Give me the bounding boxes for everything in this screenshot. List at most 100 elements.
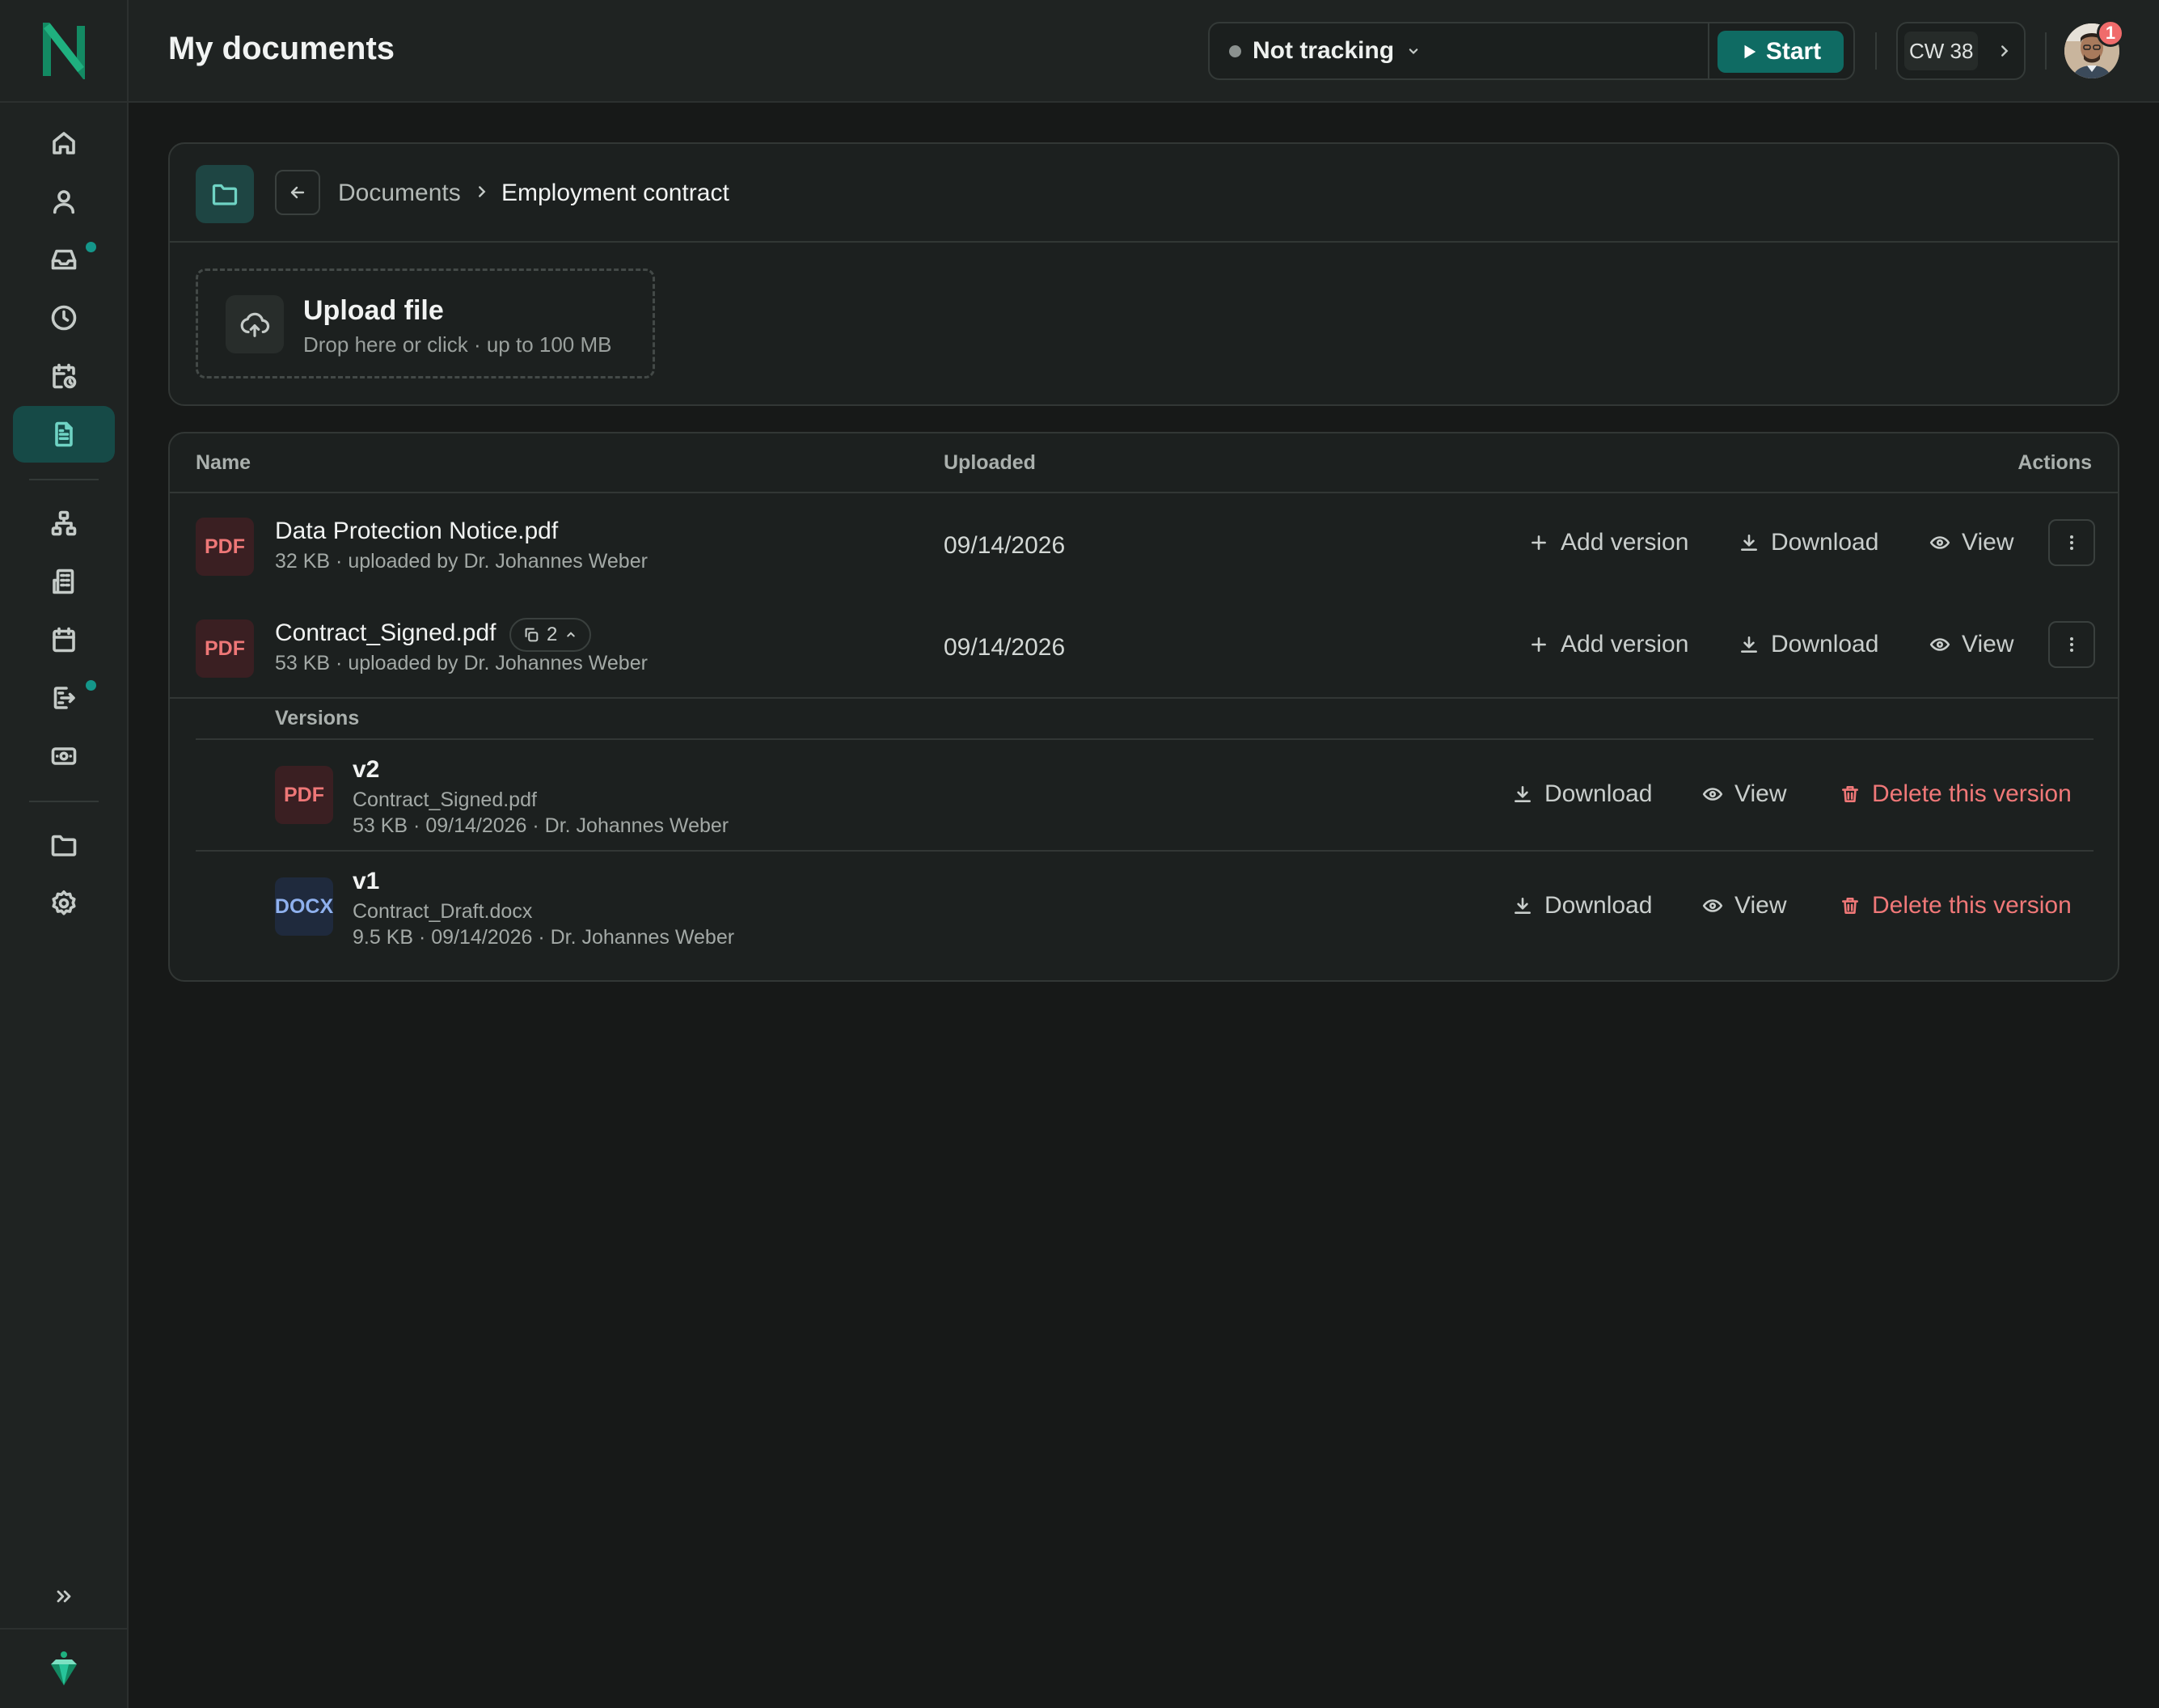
home-icon: [53, 132, 75, 154]
sidebar-item-payroll[interactable]: [13, 728, 115, 784]
logo-icon: [42, 22, 85, 79]
upload-dropzone[interactable]: Upload file Drop here or click · up to 1…: [196, 268, 655, 378]
sidebar-item-calendar[interactable]: [13, 611, 115, 668]
add-version-label: Add version: [1561, 529, 1689, 556]
eye-icon: [1702, 788, 1723, 801]
sidebar-item-time-tracking[interactable]: [13, 290, 115, 346]
table-row: PDF Data Protection Notice.pdf 32 KB · u…: [170, 493, 2118, 595]
chevron-right-icon: [479, 186, 486, 197]
pdf-file-icon: PDF: [275, 766, 333, 824]
documents-table: Name Uploaded Actions PDF Data Protectio…: [168, 432, 2119, 982]
sidebar-item-documents[interactable]: [13, 406, 115, 463]
view-label: View: [1734, 780, 1787, 807]
file-name-link[interactable]: Data Protection Notice.pdf: [275, 518, 558, 545]
copy-icon: [525, 628, 539, 642]
chevrons-right-icon: [57, 1590, 71, 1603]
download-label: Download: [1771, 631, 1879, 657]
money-icon: [51, 747, 77, 765]
folder-icon: [212, 184, 238, 205]
view-button[interactable]: View: [1929, 631, 2013, 658]
docx-file-icon: DOCX: [275, 877, 333, 936]
add-version-label: Add version: [1561, 631, 1689, 657]
version-row: PDF v2 Contract_Signed.pdf 53 KB · 09/14…: [170, 740, 2118, 850]
version-title: v2: [353, 756, 380, 783]
calendar-icon: [53, 627, 75, 653]
version-meta: 53 KB · 09/14/2026 · Dr. Johannes Weber: [353, 814, 729, 837]
download-label: Download: [1771, 529, 1879, 556]
view-version-button[interactable]: View: [1702, 780, 1786, 808]
column-header-actions: Actions: [2017, 451, 2092, 474]
sidebar-footer: [0, 1628, 127, 1708]
sidebar-item-settings[interactable]: [13, 875, 115, 932]
download-version-button[interactable]: Download: [1512, 780, 1652, 808]
download-icon: [1741, 636, 1757, 653]
sidebar-divider: [29, 801, 99, 802]
download-icon: [1515, 898, 1531, 914]
download-icon: [1515, 786, 1531, 802]
add-version-button[interactable]: Add version: [1528, 631, 1688, 658]
header-divider: [2045, 32, 2047, 70]
sidebar-item-profile[interactable]: [13, 173, 115, 230]
calendar-week-selector: CW 38: [1896, 22, 2026, 80]
chevron-up-icon: [567, 632, 576, 637]
sidebar-item-files[interactable]: [13, 817, 115, 873]
sidebar-item-org-chart[interactable]: [13, 495, 115, 552]
view-version-button[interactable]: View: [1702, 892, 1786, 920]
building-icon: [53, 569, 74, 594]
more-options-button[interactable]: [2048, 621, 2095, 668]
download-version-button[interactable]: Download: [1512, 892, 1652, 920]
download-label: Download: [1544, 892, 1653, 919]
sidebar-expand-button[interactable]: [13, 1568, 115, 1625]
clock-icon: [51, 305, 77, 331]
view-label: View: [1962, 529, 2014, 556]
header-divider: [1875, 32, 1877, 70]
sidebar-item-absences[interactable]: [13, 348, 115, 404]
start-label: Start: [1765, 38, 1822, 65]
time-tracker: Not tracking Start: [1208, 22, 1855, 80]
more-options-button[interactable]: [2048, 519, 2095, 566]
gear-icon: [52, 890, 76, 915]
download-button[interactable]: Download: [1739, 529, 1878, 556]
version-file-name[interactable]: Contract_Signed.pdf: [353, 788, 537, 812]
back-button[interactable]: [275, 170, 320, 215]
delete-version-button[interactable]: Delete this version: [1840, 892, 2072, 920]
app-logo[interactable]: [0, 0, 127, 103]
file-name-link[interactable]: Contract_Signed.pdf: [275, 619, 496, 647]
uploaded-date: 09/14/2026: [944, 634, 1066, 661]
arrow-left-icon: [290, 186, 305, 199]
sidebar-item-inbox[interactable]: [13, 231, 115, 288]
trash-icon: [1842, 898, 1858, 914]
version-row: DOCX v1 Contract_Draft.docx 9.5 KB · 09/…: [170, 852, 2118, 962]
download-button[interactable]: Download: [1739, 631, 1878, 658]
gem-icon[interactable]: [46, 1650, 82, 1689]
view-label: View: [1962, 631, 2014, 657]
version-file-name[interactable]: Contract_Draft.docx: [353, 900, 532, 924]
calendar-week-label[interactable]: CW 38: [1904, 32, 1979, 70]
folder-button[interactable]: [196, 165, 254, 223]
sidebar-item-company[interactable]: [13, 553, 115, 610]
view-button[interactable]: View: [1929, 529, 2013, 556]
folder-icon: [51, 835, 77, 856]
start-tracking-button[interactable]: Start: [1717, 31, 1844, 73]
eye-icon: [1929, 536, 1950, 549]
sidebar-item-requests[interactable]: [13, 670, 115, 726]
eye-icon: [1929, 638, 1950, 651]
versions-toggle[interactable]: 2: [509, 618, 592, 652]
download-icon: [1741, 535, 1757, 551]
file-meta: 53 KB · uploaded by Dr. Johannes Weber: [275, 652, 648, 674]
next-week-button[interactable]: [1988, 33, 2021, 69]
tracking-status-dropdown[interactable]: Not tracking: [1229, 23, 1422, 78]
upload-subtitle: Drop here or click · up to 100 MB: [303, 332, 612, 357]
page-title: My documents: [168, 31, 395, 66]
top-bar: My documents Not tracking Start CW 38 1: [129, 0, 2159, 103]
breadcrumb-root-link[interactable]: Documents: [338, 180, 461, 207]
upload-title: Upload file: [303, 295, 444, 326]
delete-version-button[interactable]: Delete this version: [1840, 780, 2072, 808]
plus-icon: [1532, 535, 1546, 550]
add-version-button[interactable]: Add version: [1528, 529, 1688, 556]
breadcrumb-current: Employment contract: [501, 180, 729, 206]
user-icon: [53, 190, 75, 214]
folder-card: Documents Employment contract Upload fil…: [168, 142, 2119, 406]
versions-heading: Versions: [275, 707, 360, 729]
sidebar-item-home[interactable]: [13, 115, 115, 171]
